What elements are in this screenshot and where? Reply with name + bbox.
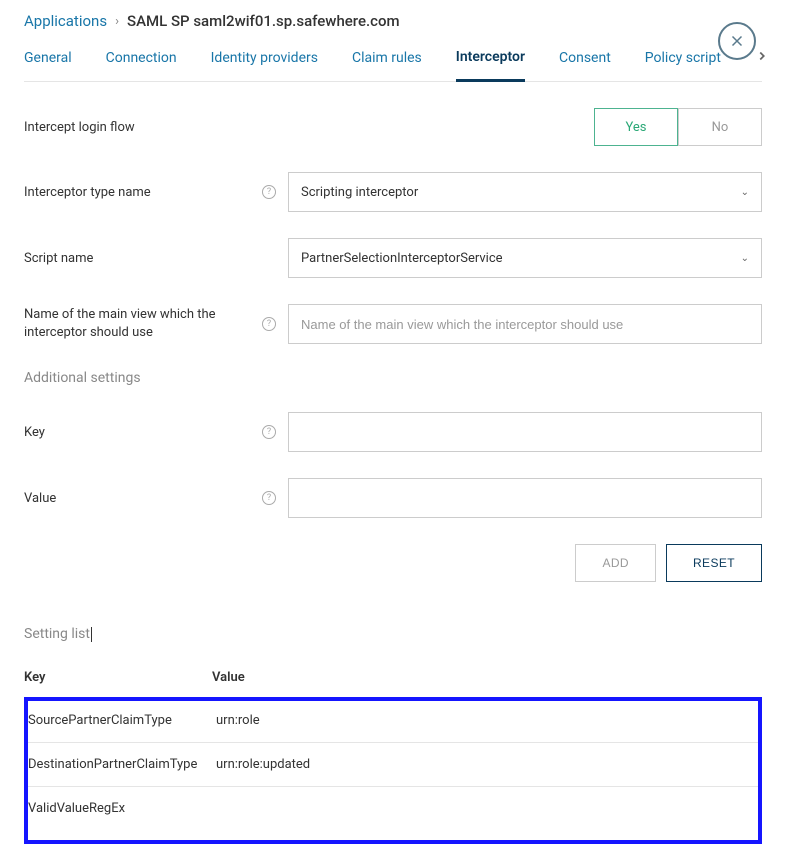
intercept-yes[interactable]: Yes <box>594 108 678 146</box>
tab-claim-rules[interactable]: Claim rules <box>352 50 422 80</box>
cell-key: DestinationPartnerClaimType <box>28 757 216 772</box>
key-input[interactable] <box>288 412 762 452</box>
help-icon[interactable]: ? <box>262 185 276 199</box>
table-row[interactable]: ValidValueRegEx <box>28 786 758 830</box>
value-input[interactable] <box>288 478 762 518</box>
key-label: Key <box>24 425 250 440</box>
tab-general[interactable]: General <box>24 50 72 80</box>
script-row: Script name PartnerSelectionInterceptorS… <box>24 238 762 278</box>
cell-value: urn:role <box>216 713 752 728</box>
tab-interceptor[interactable]: Interceptor <box>456 49 525 82</box>
mainview-row: Name of the main view which the intercep… <box>24 304 762 344</box>
tabs: General Connection Identity providers Cl… <box>24 48 762 82</box>
cell-key: SourcePartnerClaimType <box>28 713 216 728</box>
page-title: SAML SP saml2wif01.sp.safewhere.com <box>127 12 400 30</box>
setting-list-table: SourcePartnerClaimType urn:role Destinat… <box>24 697 762 844</box>
breadcrumb: Applications › SAML SP saml2wif01.sp.saf… <box>24 12 762 30</box>
cell-value <box>216 801 752 816</box>
cell-value: urn:role:updated <box>216 757 752 772</box>
chevron-down-icon: ⌄ <box>741 253 749 264</box>
script-select[interactable]: PartnerSelectionInterceptorService ⌄ <box>288 238 762 278</box>
mainview-input[interactable] <box>288 304 762 344</box>
tab-scroll-right[interactable] <box>755 48 769 81</box>
intercept-row: Intercept login flow Yes No <box>24 108 762 146</box>
chevron-down-icon: ⌄ <box>741 187 749 198</box>
mainview-label: Name of the main view which the intercep… <box>24 306 250 342</box>
type-value: Scripting interceptor <box>301 185 418 200</box>
help-icon[interactable]: ? <box>262 317 276 331</box>
add-button[interactable]: ADD <box>575 544 656 582</box>
script-label: Script name <box>24 251 250 266</box>
intercept-no[interactable]: No <box>678 108 762 146</box>
type-label: Interceptor type name <box>24 185 250 200</box>
chevron-right-icon <box>755 49 769 63</box>
chevron-right-icon: › <box>115 14 119 29</box>
cell-key: ValidValueRegEx <box>28 801 216 816</box>
type-select[interactable]: Scripting interceptor ⌄ <box>288 172 762 212</box>
tab-identity-providers[interactable]: Identity providers <box>211 50 318 80</box>
button-row: ADD RESET <box>24 544 762 582</box>
help-icon[interactable]: ? <box>262 491 276 505</box>
tab-connection[interactable]: Connection <box>106 50 177 80</box>
key-row: Key ? <box>24 412 762 452</box>
type-row: Interceptor type name ? Scripting interc… <box>24 172 762 212</box>
header-key: Key <box>24 670 212 685</box>
tab-consent[interactable]: Consent <box>559 50 611 80</box>
table-row[interactable]: DestinationPartnerClaimType urn:role:upd… <box>28 742 758 786</box>
value-label: Value <box>24 491 250 506</box>
setting-list-heading: Setting list <box>24 626 762 642</box>
help-icon[interactable]: ? <box>262 425 276 439</box>
table-header: Key Value <box>24 670 762 697</box>
header-value: Value <box>212 670 762 685</box>
intercept-label: Intercept login flow <box>24 120 250 135</box>
script-value: PartnerSelectionInterceptorService <box>301 251 503 266</box>
value-row: Value ? <box>24 478 762 518</box>
breadcrumb-root[interactable]: Applications <box>24 12 107 30</box>
table-row[interactable]: SourcePartnerClaimType urn:role <box>28 703 758 742</box>
additional-settings-heading: Additional settings <box>24 370 762 386</box>
tab-policy-script[interactable]: Policy script <box>645 50 721 80</box>
reset-button[interactable]: RESET <box>666 544 762 582</box>
intercept-toggle: Yes No <box>594 108 762 146</box>
